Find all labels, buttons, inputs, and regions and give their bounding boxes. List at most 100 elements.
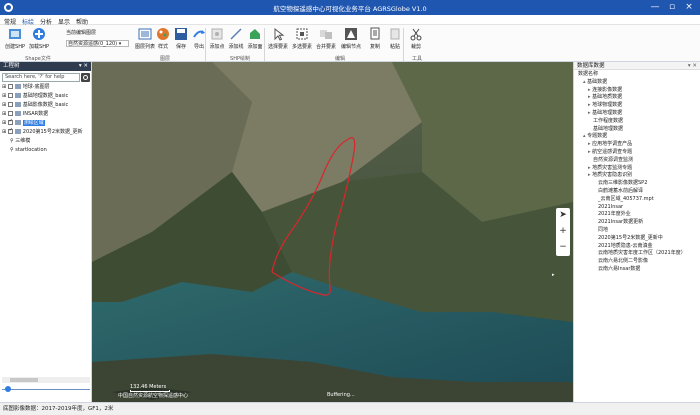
layer-checkbox[interactable]	[7, 111, 13, 116]
tree-item[interactable]: 自然资源调查监测	[593, 157, 633, 165]
tree-horizontal-scrollbar[interactable]	[2, 377, 90, 383]
tree-item[interactable]: 同地	[598, 227, 608, 235]
layer-icon	[14, 111, 21, 116]
multiselect-label: 多选要素	[291, 44, 312, 50]
zoom-in-button[interactable]: +	[556, 224, 570, 238]
project-tree-header: 工程树 ▾ ✕	[0, 62, 91, 71]
minimize-button[interactable]: —	[648, 1, 662, 13]
tree-item[interactable]: ⊞ 测绘区域	[2, 118, 45, 127]
scale-bar: 132.46 Meters	[130, 384, 170, 392]
tree-root: 数据名称	[578, 71, 599, 77]
tree-item[interactable]: 云南三维影像数据SP2	[598, 180, 647, 188]
group-shapefile: Shape文件	[25, 56, 51, 62]
layer-icon	[14, 93, 21, 98]
select-feature-icon	[274, 27, 285, 41]
tree-item[interactable]: ⊞ INSAR数据	[2, 111, 48, 118]
load-shp-button[interactable]: 加载SHP	[26, 27, 52, 50]
tree-item[interactable]: _云南区域_405737.mpt	[598, 196, 654, 204]
tree-item[interactable]: 工作程度数据	[593, 118, 623, 126]
cut-icon	[410, 28, 422, 41]
layer-checkbox[interactable]	[7, 118, 13, 125]
tree-item[interactable]: ⊞ 2020第15号2米数据_更新	[2, 127, 83, 136]
tree-item[interactable]: ⊞ 基础地理数据_basic	[2, 93, 68, 100]
map-navigation-control: ➤ + −	[556, 208, 570, 256]
tree-search-input[interactable]: Search here, '?' for help	[2, 73, 80, 82]
edit-node-icon	[345, 28, 357, 40]
tree-item[interactable]: 基础地理数据	[588, 110, 622, 118]
create-shp-button[interactable]: 创建SHP	[2, 27, 28, 50]
group-edit: 编辑	[334, 56, 345, 62]
current-layer-label: 当前编辑图层	[66, 30, 97, 36]
create-shp-icon	[9, 29, 21, 39]
tree-item[interactable]: 航空遥感调查专题	[588, 149, 632, 157]
maximize-button[interactable]: ▫	[665, 1, 679, 13]
tree-item[interactable]: 2020第15号2米数据_更新中	[598, 235, 663, 243]
search-icon[interactable]	[81, 73, 90, 82]
group-tools: 工具	[411, 56, 422, 62]
close-button[interactable]: ×	[682, 1, 696, 13]
cut-label: 裁剪	[410, 44, 421, 50]
style-label: 样式	[157, 44, 168, 50]
tree-item[interactable]: 应用地学调查产品	[588, 141, 632, 149]
load-shp-icon	[33, 28, 45, 40]
slider-knob[interactable]	[5, 386, 11, 392]
compass-icon[interactable]: ➤	[556, 208, 570, 222]
layer-icon	[14, 84, 21, 89]
title-bar: 航空物探遥感中心可视化业务平台 AGRSGlobe V1.0 — ▫ ×	[0, 0, 700, 15]
edit-node-label: 编辑节点	[340, 44, 361, 50]
database-panel-title: 数据库数据	[577, 63, 605, 69]
tree-item[interactable]: 云南六易北侧二号影像	[598, 258, 648, 266]
tree-item[interactable]: 白鹤滩蓄水前后解译	[598, 188, 643, 196]
add-polygon-icon	[250, 29, 260, 39]
add-point-icon	[211, 28, 223, 40]
tree-item[interactable]: 地球物理数据	[588, 102, 622, 110]
merge-icon	[320, 30, 332, 39]
current-layer-value: 自然资源遥感(0_120)	[68, 41, 118, 47]
buffering-status: Buffering...	[327, 392, 355, 398]
tree-item[interactable]: 基础数据	[583, 79, 607, 87]
project-tree-title: 工程树	[3, 63, 20, 69]
database-panel-header: 数据库数据 ▾ ✕	[574, 62, 700, 70]
tree-item[interactable]: 2021Insar数据更新	[598, 219, 643, 227]
window-title: 航空物探遥感中心可视化业务平台 AGRSGlobe V1.0	[273, 5, 427, 13]
current-layer-select[interactable]: 自然资源遥感(0_120) ▾	[66, 40, 129, 47]
paste-icon	[390, 28, 400, 40]
export-label: 导出	[193, 44, 204, 50]
layer-icon	[14, 120, 21, 125]
tree-item[interactable]: 云南六易Insar数据	[598, 266, 640, 274]
merge-feature-label: 合并要素	[315, 44, 336, 50]
tree-item[interactable]: ⚲ 三维模	[10, 138, 30, 145]
status-bar: 底图影像数据：2017-2019年度，GF1，2米	[0, 402, 700, 415]
layer-checkbox[interactable]	[7, 93, 13, 98]
cut-button[interactable]: 裁剪	[403, 27, 429, 50]
tree-item[interactable]: ⊞ 基础影像数据_basic	[2, 102, 68, 109]
group-shp-draw: SHP绘制	[230, 56, 250, 62]
collapse-right-panel-icon[interactable]: ▸	[552, 272, 555, 278]
copy-icon	[370, 27, 380, 40]
layer-icon	[14, 129, 21, 134]
select-feature-button[interactable]: 选择要素	[265, 27, 291, 50]
multiselect-button[interactable]: 多选要素	[289, 27, 315, 50]
save-label: 保存	[175, 44, 186, 50]
paste-label: 粘贴	[389, 44, 400, 50]
database-panel: 数据库数据 ▾ ✕ 数据名称 基础数据连接影像数据基础地质数据地球物理数据基础地…	[573, 62, 700, 402]
layer-icon	[14, 102, 21, 107]
layer-checkbox[interactable]	[7, 102, 13, 107]
pin-close-icon[interactable]: ▾ ✕	[79, 62, 88, 71]
3d-globe-view[interactable]: ➤ + − ▸ 132.46 Meters 中国自然资源航空物探遥感中心 Buf…	[92, 62, 573, 402]
opacity-slider[interactable]	[2, 385, 90, 393]
multiselect-icon	[296, 28, 308, 40]
merge-feature-button[interactable]: 合并要素	[313, 27, 339, 50]
add-line-icon	[230, 28, 242, 40]
layer-checkbox[interactable]	[7, 84, 13, 89]
layer-checkbox[interactable]	[7, 127, 13, 134]
ribbon-toolbar: 创建SHP 加载SHP 当前编辑图层 自然资源遥感(0_120) ▾ 图层列表 …	[0, 25, 700, 62]
group-layer: 图层	[159, 56, 170, 62]
tree-item[interactable]: ⊞ 地球-底图层	[2, 84, 50, 91]
edit-node-button[interactable]: 编辑节点	[338, 27, 364, 50]
zoom-out-button[interactable]: −	[556, 240, 570, 254]
tree-item[interactable]: ⚲ startlocation	[10, 147, 47, 154]
menu-bar: 常规 标绘 分析 显示 帮助	[0, 15, 700, 26]
map-credit: 中国自然资源航空物探遥感中心	[118, 393, 189, 399]
pin-close-icon[interactable]: ▾ ✕	[688, 62, 697, 70]
